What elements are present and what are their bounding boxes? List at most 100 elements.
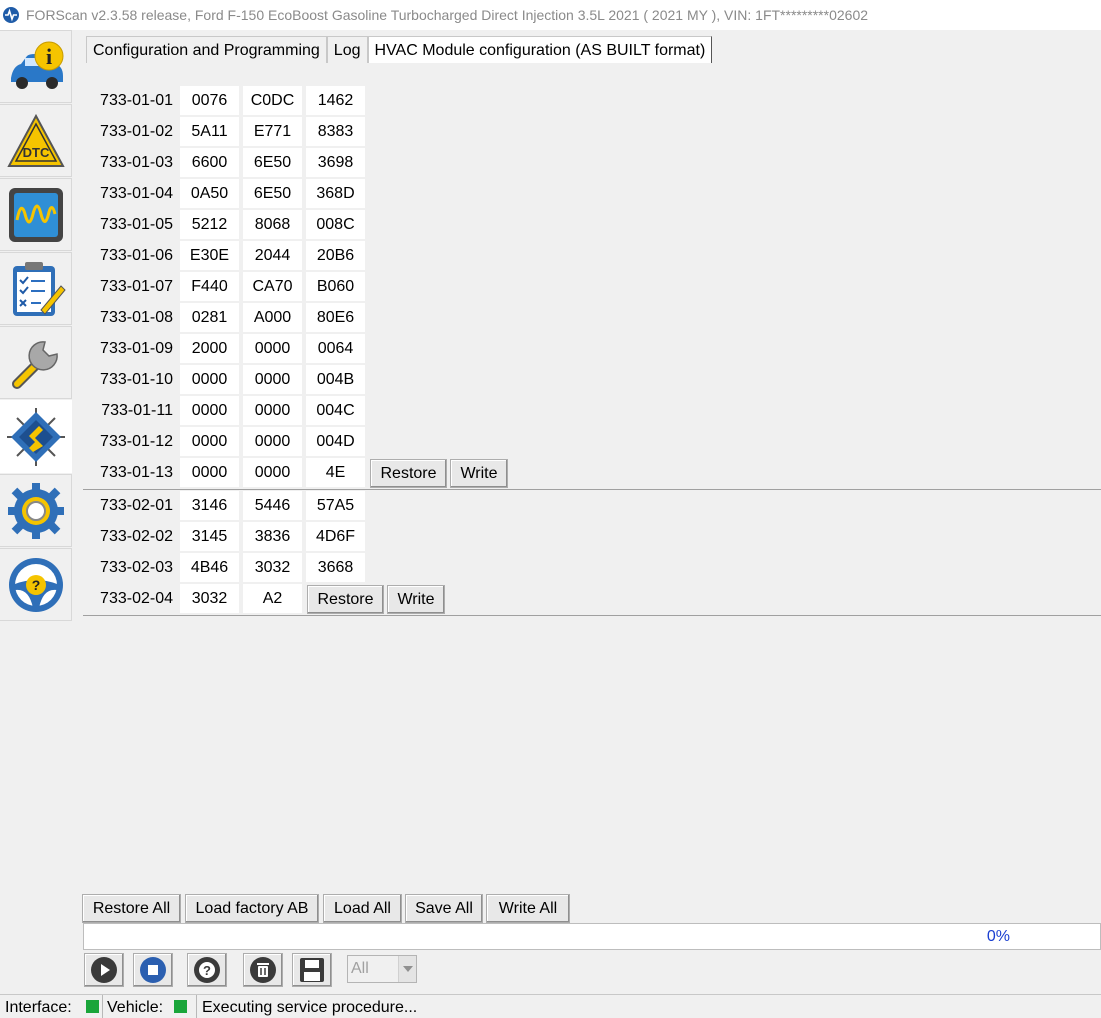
vehicle-indicator: [174, 997, 187, 1018]
restore-row-button[interactable]: Restore: [370, 459, 447, 488]
hex-field[interactable]: 2044: [243, 241, 302, 270]
hex-field[interactable]: 1462: [306, 86, 365, 115]
hex-field[interactable]: 5A11: [180, 117, 239, 146]
hex-field[interactable]: A000: [243, 303, 302, 332]
row-address: 733-01-03: [100, 154, 173, 171]
hex-field[interactable]: 004B: [306, 365, 365, 394]
hex-field[interactable]: B060: [306, 272, 365, 301]
load-all-button[interactable]: Load All: [323, 894, 402, 923]
sidebar-item-vehicle-info[interactable]: i: [0, 30, 72, 103]
block-separator: [83, 615, 1101, 616]
config-row: 733-01-02 5A11 E771 8383: [83, 116, 1101, 147]
hex-field[interactable]: 0000: [243, 458, 302, 487]
save-button[interactable]: [292, 953, 332, 987]
row-address: 733-01-01: [100, 92, 173, 109]
hex-field[interactable]: 0000: [180, 396, 239, 425]
hex-field[interactable]: 6E50: [243, 179, 302, 208]
config-row: 733-01-05 5212 8068 008C: [83, 209, 1101, 240]
hex-field[interactable]: 3836: [243, 522, 302, 551]
hex-field[interactable]: 0000: [243, 427, 302, 456]
row-address: 733-02-02: [100, 528, 173, 545]
restore-all-button[interactable]: Restore All: [82, 894, 181, 923]
write-all-button[interactable]: Write All: [486, 894, 570, 923]
row-address: 733-01-04: [100, 185, 173, 202]
config-row: 733-01-06 E30E 2044 20B6: [83, 240, 1101, 271]
sidebar-item-oscilloscope[interactable]: [0, 178, 72, 251]
hex-field[interactable]: 0A50: [180, 179, 239, 208]
row-address: 733-01-12: [100, 433, 173, 450]
clear-log-icon: [250, 957, 276, 983]
hex-field[interactable]: 0000: [180, 365, 239, 394]
hex-field[interactable]: 4D6F: [306, 522, 365, 551]
hex-field[interactable]: 6600: [180, 148, 239, 177]
hex-field[interactable]: 6E50: [243, 148, 302, 177]
run-button[interactable]: [84, 953, 124, 987]
hex-field[interactable]: 3145: [180, 522, 239, 551]
sidebar-item-tests[interactable]: [0, 252, 72, 325]
load-factory-ab-button[interactable]: Load factory AB: [185, 894, 319, 923]
hex-field[interactable]: 3146: [180, 491, 239, 520]
dtc-warning-icon: DTC: [6, 113, 65, 167]
config-row: 733-01-01 0076 C0DC 1462: [83, 85, 1101, 116]
hex-field[interactable]: E30E: [180, 241, 239, 270]
config-row: 733-01-08 0281 A000 80E6: [83, 302, 1101, 333]
tab-hvac-as-built[interactable]: HVAC Module configuration (AS BUILT form…: [367, 36, 713, 63]
stop-icon: [140, 957, 166, 983]
write-row-button[interactable]: Write: [387, 585, 445, 614]
sidebar-item-configuration[interactable]: [0, 400, 72, 473]
hex-field[interactable]: 0064: [306, 334, 365, 363]
filter-select[interactable]: All: [347, 955, 417, 983]
sidebar-item-dtc[interactable]: DTC: [0, 104, 72, 177]
clear-button[interactable]: [243, 953, 283, 987]
config-row: 733-01-13 0000 0000 4E Restore Write: [83, 457, 1101, 488]
hex-field[interactable]: 0000: [243, 365, 302, 394]
hex-field[interactable]: 3032: [243, 553, 302, 582]
interface-indicator: [86, 997, 99, 1018]
sidebar-item-settings[interactable]: [0, 474, 72, 547]
hex-field[interactable]: 80E6: [306, 303, 365, 332]
hex-field[interactable]: 57A5: [306, 491, 365, 520]
hex-field[interactable]: A2: [243, 584, 302, 613]
hex-field[interactable]: 3698: [306, 148, 365, 177]
hex-field[interactable]: C0DC: [243, 86, 302, 115]
hex-field[interactable]: F440: [180, 272, 239, 301]
tab-configuration-programming[interactable]: Configuration and Programming: [86, 36, 327, 63]
hex-field[interactable]: 0000: [243, 334, 302, 363]
oscilloscope-icon: [8, 187, 63, 242]
row-address: 733-01-07: [100, 278, 173, 295]
hex-field[interactable]: 4E: [306, 458, 365, 487]
hex-field[interactable]: 3032: [180, 584, 239, 613]
hex-field[interactable]: 0000: [243, 396, 302, 425]
hex-field[interactable]: 0000: [180, 458, 239, 487]
hex-field[interactable]: CA70: [243, 272, 302, 301]
stop-button[interactable]: [133, 953, 173, 987]
hex-field[interactable]: 3668: [306, 553, 365, 582]
hex-field[interactable]: 20B6: [306, 241, 365, 270]
sidebar-item-help[interactable]: ?: [0, 548, 72, 621]
interface-status-label: Interface:: [5, 999, 72, 1016]
hex-field[interactable]: 004D: [306, 427, 365, 456]
hex-field[interactable]: 5212: [180, 210, 239, 239]
hex-field[interactable]: 368D: [306, 179, 365, 208]
hex-field[interactable]: 8068: [243, 210, 302, 239]
hex-field[interactable]: 0076: [180, 86, 239, 115]
hex-field[interactable]: 4B46: [180, 553, 239, 582]
hex-field[interactable]: 8383: [306, 117, 365, 146]
hex-field[interactable]: 008C: [306, 210, 365, 239]
help-lifebuoy-icon: ?: [194, 957, 220, 983]
restore-row-button[interactable]: Restore: [307, 585, 384, 614]
hex-field[interactable]: 2000: [180, 334, 239, 363]
support-button[interactable]: ?: [187, 953, 227, 987]
hex-field[interactable]: 004C: [306, 396, 365, 425]
hex-field[interactable]: 0281: [180, 303, 239, 332]
hex-field[interactable]: 5446: [243, 491, 302, 520]
hex-field[interactable]: E771: [243, 117, 302, 146]
checklist-icon: [12, 261, 66, 316]
hex-field[interactable]: 0000: [180, 427, 239, 456]
write-row-button[interactable]: Write: [450, 459, 508, 488]
save-all-button[interactable]: Save All: [405, 894, 483, 923]
tab-log[interactable]: Log: [326, 36, 368, 63]
steering-help-icon: ?: [8, 557, 63, 612]
sidebar: i DTC ?: [0, 30, 73, 622]
sidebar-item-service[interactable]: [0, 326, 72, 399]
